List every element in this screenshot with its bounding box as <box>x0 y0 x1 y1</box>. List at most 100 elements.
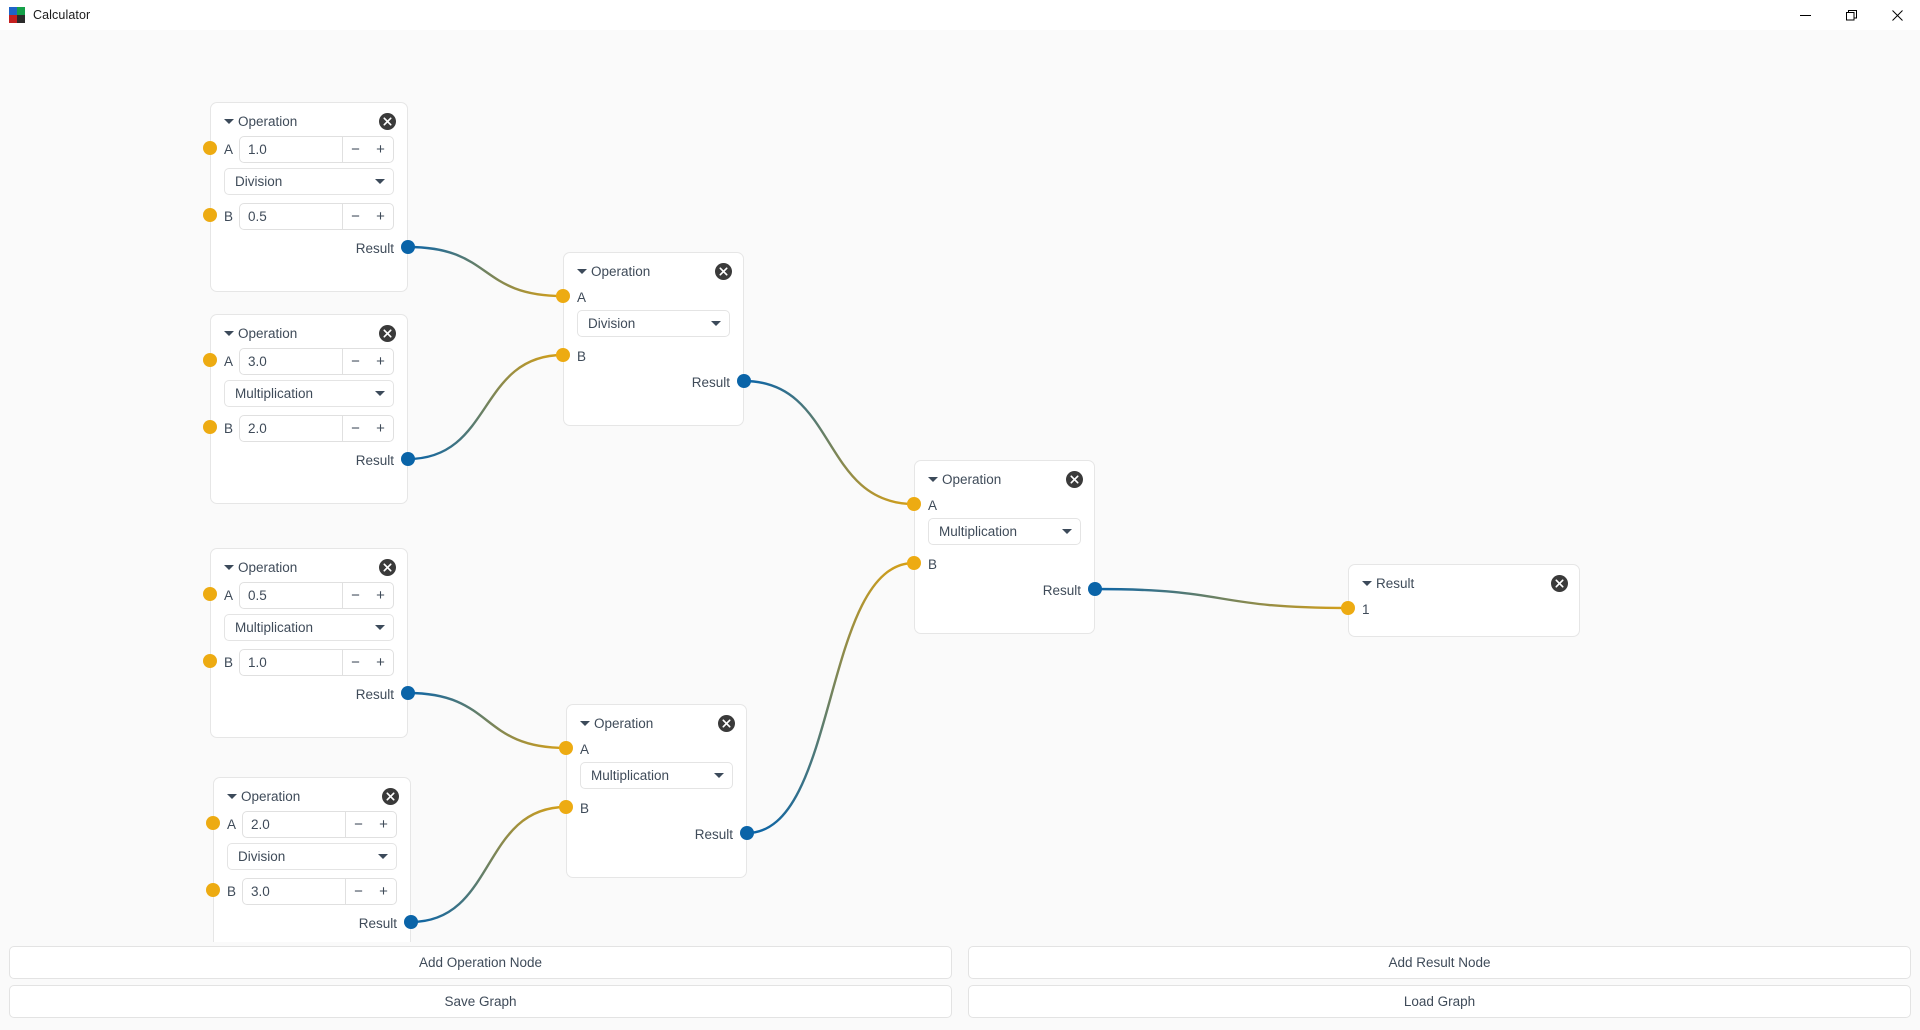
input-a-stepper[interactable]: 0.5− + <box>239 581 394 609</box>
input-b-decrement[interactable]: − <box>343 650 368 675</box>
input-a-port[interactable] <box>907 497 921 511</box>
input-a-port[interactable] <box>203 141 217 155</box>
node-header[interactable]: Result <box>1349 565 1579 596</box>
collapse-caret-icon[interactable] <box>224 118 234 124</box>
input-a-stepper[interactable]: 3.0− + <box>239 347 394 375</box>
operation-select[interactable]: Division <box>224 168 394 195</box>
node-header[interactable]: Operation <box>211 315 407 346</box>
collapse-caret-icon[interactable] <box>580 720 590 726</box>
node-header[interactable]: Operation <box>211 103 407 134</box>
input-a-port[interactable] <box>203 353 217 367</box>
output-result-port[interactable] <box>401 240 415 254</box>
input-a-value[interactable]: 1.0 <box>240 137 342 162</box>
input-b-port[interactable] <box>907 556 921 570</box>
close-node-icon[interactable] <box>1066 470 1083 488</box>
output-result-port[interactable] <box>737 374 751 388</box>
input-b-stepper[interactable]: 3.0− + <box>242 877 397 905</box>
input-b-increment[interactable]: + <box>368 204 393 229</box>
load-graph-button[interactable]: Load Graph <box>968 985 1911 1018</box>
chevron-down-icon[interactable] <box>375 625 385 630</box>
node-header[interactable]: Operation <box>915 461 1094 492</box>
operation-node[interactable]: Operation A 2.0− + Division B 3.0− + Result <box>213 777 411 942</box>
output-result-port[interactable] <box>404 915 418 929</box>
node-header[interactable]: Operation <box>567 705 746 736</box>
chevron-down-icon[interactable] <box>375 391 385 396</box>
operation-select[interactable]: Multiplication <box>580 762 733 789</box>
input-a-decrement[interactable]: − <box>343 137 368 162</box>
operation-node[interactable]: Operation A 1.0− + Division B 0.5− + Result <box>210 102 408 292</box>
input-b-decrement[interactable]: − <box>343 416 368 441</box>
result-node[interactable]: Result 1 <box>1348 564 1580 637</box>
input-b-stepper[interactable]: 1.0− + <box>239 648 394 676</box>
input-b-port[interactable] <box>203 654 217 668</box>
minimize-icon[interactable] <box>1782 0 1828 30</box>
input-a-port[interactable] <box>203 587 217 601</box>
add-operation-node-button[interactable]: Add Operation Node <box>9 946 952 979</box>
operation-node[interactable]: Operation A 3.0− + Multiplication B 2.0− + Resul… <box>210 314 408 504</box>
operation-select[interactable]: Multiplication <box>928 518 1081 545</box>
input-a-decrement[interactable]: − <box>346 812 371 837</box>
input-b-stepper[interactable]: 0.5− + <box>239 202 394 230</box>
chevron-down-icon[interactable] <box>714 773 724 778</box>
input-b-increment[interactable]: + <box>368 650 393 675</box>
input-a-value[interactable]: 3.0 <box>240 349 342 374</box>
operation-select[interactable]: Division <box>577 310 730 337</box>
input-b-increment[interactable]: + <box>371 879 396 904</box>
operation-node[interactable]: Operation A Multiplication B Result <box>914 460 1095 634</box>
close-node-icon[interactable] <box>715 262 732 280</box>
input-b-port[interactable] <box>556 348 570 362</box>
collapse-caret-icon[interactable] <box>224 564 234 570</box>
input-b-stepper[interactable]: 2.0− + <box>239 414 394 442</box>
result-input-port[interactable] <box>1341 601 1355 615</box>
chevron-down-icon[interactable] <box>711 321 721 326</box>
input-a-increment[interactable]: + <box>368 137 393 162</box>
graph-canvas[interactable]: Operation A 1.0− + Division B 0.5− + Result Opera… <box>0 30 1920 942</box>
input-a-value[interactable]: 2.0 <box>243 812 345 837</box>
collapse-caret-icon[interactable] <box>224 330 234 336</box>
input-b-value[interactable]: 3.0 <box>243 879 345 904</box>
input-b-decrement[interactable]: − <box>346 879 371 904</box>
output-result-port[interactable] <box>1088 582 1102 596</box>
close-node-icon[interactable] <box>1551 574 1568 592</box>
input-a-increment[interactable]: + <box>368 349 393 374</box>
input-b-increment[interactable]: + <box>368 416 393 441</box>
output-result-port[interactable] <box>740 826 754 840</box>
close-node-icon[interactable] <box>379 112 396 130</box>
close-node-icon[interactable] <box>382 787 399 805</box>
operation-node[interactable]: Operation A 0.5− + Multiplication B 1.0− + Resul… <box>210 548 408 738</box>
input-b-port[interactable] <box>203 420 217 434</box>
chevron-down-icon[interactable] <box>375 179 385 184</box>
operation-node[interactable]: Operation A Multiplication B Result <box>566 704 747 878</box>
input-a-value[interactable]: 0.5 <box>240 583 342 608</box>
operation-select[interactable]: Multiplication <box>224 614 394 641</box>
restore-icon[interactable] <box>1828 0 1874 30</box>
save-graph-button[interactable]: Save Graph <box>9 985 952 1018</box>
input-b-port[interactable] <box>559 800 573 814</box>
close-node-icon[interactable] <box>379 324 396 342</box>
close-icon[interactable] <box>1874 0 1920 30</box>
input-a-port[interactable] <box>559 741 573 755</box>
collapse-caret-icon[interactable] <box>227 793 237 799</box>
close-node-icon[interactable] <box>718 714 735 732</box>
operation-select[interactable]: Division <box>227 843 397 870</box>
output-result-port[interactable] <box>401 452 415 466</box>
operation-select[interactable]: Multiplication <box>224 380 394 407</box>
add-result-node-button[interactable]: Add Result Node <box>968 946 1911 979</box>
input-b-value[interactable]: 1.0 <box>240 650 342 675</box>
chevron-down-icon[interactable] <box>1062 529 1072 534</box>
output-result-port[interactable] <box>401 686 415 700</box>
chevron-down-icon[interactable] <box>378 854 388 859</box>
node-header[interactable]: Operation <box>211 549 407 580</box>
operation-node[interactable]: Operation A Division B Result <box>563 252 744 426</box>
input-a-decrement[interactable]: − <box>343 583 368 608</box>
input-b-decrement[interactable]: − <box>343 204 368 229</box>
input-a-port[interactable] <box>556 289 570 303</box>
input-a-increment[interactable]: + <box>368 583 393 608</box>
input-a-decrement[interactable]: − <box>343 349 368 374</box>
close-node-icon[interactable] <box>379 558 396 576</box>
input-a-increment[interactable]: + <box>371 812 396 837</box>
node-header[interactable]: Operation <box>564 253 743 284</box>
input-a-port[interactable] <box>206 816 220 830</box>
collapse-caret-icon[interactable] <box>1362 580 1372 586</box>
input-a-stepper[interactable]: 1.0− + <box>239 135 394 163</box>
